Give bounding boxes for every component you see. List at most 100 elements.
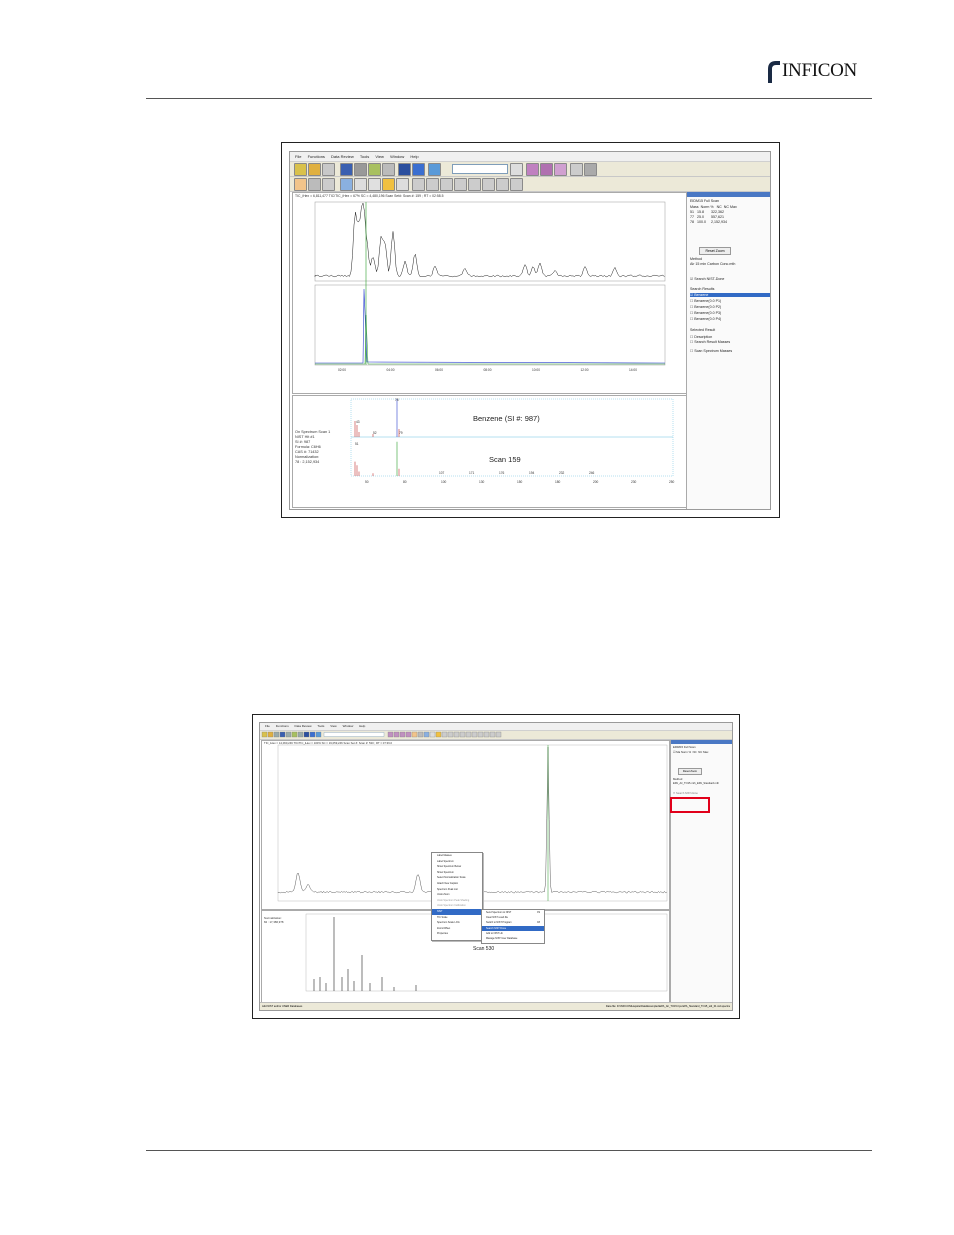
- col-nc-max: NC Max: [724, 205, 737, 209]
- dropdown[interactable]: [452, 164, 508, 174]
- search-nist-checkbox[interactable]: ☐ Search NIST-Done: [673, 792, 698, 796]
- save-icon[interactable]: [340, 163, 353, 176]
- menu-window[interactable]: Window: [343, 724, 354, 728]
- mass-row[interactable]: 51 15.8 322,362: [690, 210, 724, 214]
- list-icon[interactable]: [322, 163, 335, 176]
- col-nc-max: NC Max: [698, 750, 708, 754]
- peak-icon[interactable]: [510, 178, 523, 191]
- new-icon[interactable]: [294, 163, 307, 176]
- amdis-icon[interactable]: [396, 178, 409, 191]
- tic-chart-panel[interactable]: TIC_iHex = 6,811,477 TIC/TIC_iHex = 67% …: [292, 192, 687, 394]
- search-nist-checkbox[interactable]: ☑ Search NIST-Done: [690, 277, 724, 281]
- chart3-icon[interactable]: [554, 163, 567, 176]
- menu-help[interactable]: Help: [410, 154, 418, 159]
- monitor-icon[interactable]: [428, 163, 441, 176]
- menu-view[interactable]: View: [375, 154, 384, 159]
- search-nist-label: Search NIST-Done: [676, 792, 698, 795]
- peak-label: 232: [559, 471, 565, 475]
- tic-chart: 02:00 04:00 06:00 08:00 10:00 12:00 14:00: [293, 193, 686, 393]
- ms-axis-tick: 230: [631, 480, 637, 484]
- print-icon[interactable]: [382, 163, 395, 176]
- settings-icon[interactable]: [354, 163, 367, 176]
- result-item-selected[interactable]: ☑ Benzene: [690, 293, 770, 297]
- col-nc: NC: [717, 205, 722, 209]
- library-spectrum-title: Benzene (SI #: 987): [473, 414, 540, 423]
- result-label: Benzene(0.0 P1): [694, 299, 721, 303]
- panel-title-bar: [671, 740, 733, 744]
- logo-text: INFICON: [782, 60, 857, 82]
- figure-2: File Functions Data Review Tools View Wi…: [252, 714, 740, 1019]
- report-icon[interactable]: [368, 163, 381, 176]
- menu-tools[interactable]: Tools: [360, 154, 369, 159]
- method-panel: EIDM15 Full Scan Mass Norm % NC NC Max 5…: [686, 192, 771, 509]
- tic-plot-frame: [315, 202, 665, 281]
- info-icon[interactable]: [398, 163, 411, 176]
- norm-value: 100.0: [697, 220, 706, 224]
- status-right: Data file: D:\INFICON\Hapsite\Data\Examp…: [606, 1003, 730, 1010]
- nist-icon[interactable]: [368, 178, 381, 191]
- chart2-icon[interactable]: [540, 163, 553, 176]
- pen-icon[interactable]: [570, 163, 583, 176]
- peak-label: 176: [499, 471, 505, 475]
- menu-tools[interactable]: Tools: [317, 724, 324, 728]
- nist-submenu: Send Spectrum to NIST F9 Clear NIST result…: [481, 909, 545, 944]
- arrow-left3-icon[interactable]: [440, 178, 453, 191]
- arrow-fwd-icon[interactable]: [496, 178, 509, 191]
- grid-icon[interactable]: [584, 163, 597, 176]
- tic-axis-tick: 10:00: [532, 368, 540, 372]
- peak-label: 52: [373, 431, 377, 435]
- arrow-left2-icon[interactable]: [426, 178, 439, 191]
- reset-zoom-button[interactable]: Reset Zoom: [678, 768, 702, 775]
- peak-label: 246: [589, 471, 595, 475]
- status-bar: Add NIST and/or USER Databases Data file…: [260, 1002, 732, 1010]
- arrow-back-icon[interactable]: [482, 178, 495, 191]
- search-nist-label: Search NIST-Done: [694, 277, 724, 281]
- ms-axis-tick: 200: [593, 480, 599, 484]
- result-item[interactable]: ☐ Benzene(0.0 P1): [690, 299, 721, 303]
- ms-axis-tick: 250: [669, 480, 675, 484]
- ec-icon[interactable]: [294, 178, 307, 191]
- open-icon[interactable]: [308, 163, 321, 176]
- search-results-label: Search Results: [690, 287, 714, 291]
- library-icon[interactable]: [340, 178, 353, 191]
- description-checkbox[interactable]: ☐ Description: [690, 335, 712, 339]
- arrow-both-icon[interactable]: [468, 178, 481, 191]
- menu-data-review[interactable]: Data Review: [331, 154, 354, 159]
- menu-window[interactable]: Window: [390, 154, 404, 159]
- compare-icon[interactable]: [354, 178, 367, 191]
- menu-file[interactable]: File: [265, 724, 270, 728]
- nist-submenu-item[interactable]: Manage NIST User Database: [482, 936, 544, 941]
- menu-help[interactable]: Help: [359, 724, 365, 728]
- ms-axis-tick: 130: [479, 480, 485, 484]
- peak-label: 43: [356, 420, 360, 424]
- arrow-left-icon[interactable]: [412, 178, 425, 191]
- mass-row[interactable]: 78 100.0 2,152,934: [690, 220, 727, 224]
- result-item[interactable]: ☐ Benzene(0.0 P4): [690, 317, 721, 321]
- menu-functions[interactable]: Functions: [308, 154, 325, 159]
- reset-zoom-button[interactable]: Reset Zoom: [699, 247, 731, 255]
- menu-view[interactable]: View: [330, 724, 336, 728]
- context-menu-item[interactable]: Properties: [432, 931, 482, 937]
- inficon-logo: INFICON: [760, 58, 872, 86]
- menu-data-review[interactable]: Data Review: [295, 724, 312, 728]
- arrow-right-icon[interactable]: [454, 178, 467, 191]
- tool-icon[interactable]: [510, 163, 523, 176]
- search-result-masses-checkbox[interactable]: ☐ Search Result Masses: [690, 340, 730, 344]
- menu-functions[interactable]: Functions: [276, 724, 289, 728]
- result-item[interactable]: ☐ Benzene(0.0 P2): [690, 305, 721, 309]
- selected-result-label: Selected Result: [690, 328, 715, 332]
- scan-spectrum-masses-checkbox[interactable]: ☐ Scan Spectrum Masses: [690, 349, 732, 353]
- help-icon[interactable]: [412, 163, 425, 176]
- table-icon[interactable]: [322, 178, 335, 191]
- menu-file[interactable]: File: [295, 154, 301, 159]
- toolbar: [260, 731, 732, 740]
- mass-row[interactable]: 77 25.0 557,621: [690, 215, 724, 219]
- result-item[interactable]: ☐ Benzene(0.0 P3): [690, 311, 721, 315]
- mass-spectrum-panel[interactable]: On Spectrum Scan 1 NIST Hit #1 SI #: 987…: [292, 395, 687, 508]
- figure-1: File Functions Data Review Tools View Wi…: [281, 142, 780, 518]
- chart-icon[interactable]: [526, 163, 539, 176]
- tic-axis-tick: 12:00: [581, 368, 589, 372]
- column-icon[interactable]: [308, 178, 321, 191]
- alert-icon[interactable]: [382, 178, 395, 191]
- toolbar-icons[interactable]: [260, 731, 520, 739]
